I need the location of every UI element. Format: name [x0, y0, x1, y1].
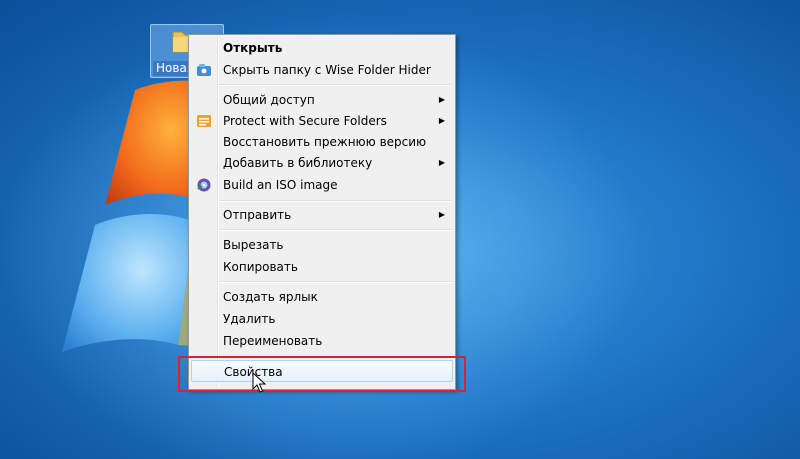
menu-item-label: Скрыть папку с Wise Folder Hider — [223, 63, 431, 77]
menu-item-label: Отправить — [223, 208, 292, 222]
submenu-arrow-icon: ▶ — [438, 158, 445, 167]
menu-item-add-to-library[interactable]: Добавить в библиотеку ▶ — [191, 152, 453, 174]
menu-item-copy[interactable]: Копировать — [191, 256, 453, 278]
secure-folders-icon — [197, 115, 211, 127]
menu-item-sharing[interactable]: Общий доступ ▶ — [191, 89, 453, 111]
menu-separator — [219, 229, 452, 231]
menu-separator — [219, 281, 452, 283]
menu-item-label: Добавить в библиотеку — [223, 156, 373, 170]
menu-item-create-shortcut[interactable]: Создать ярлык — [191, 286, 453, 308]
menu-item-delete[interactable]: Удалить — [191, 308, 453, 330]
submenu-arrow-icon: ▶ — [438, 116, 445, 125]
desktop: Новая Открыть Скрыть папку с Wise Folder… — [0, 0, 800, 459]
menu-item-secure-folders[interactable]: Protect with Secure Folders ▶ — [191, 110, 453, 132]
mouse-cursor-icon — [252, 372, 266, 393]
menu-item-label: Восстановить прежнюю версию — [223, 135, 427, 149]
menu-item-cut[interactable]: Вырезать — [191, 234, 453, 256]
menu-item-label: Вырезать — [223, 238, 284, 252]
menu-item-label: Открыть — [223, 41, 283, 55]
iso-builder-icon — [197, 178, 211, 192]
menu-item-label: Переименовать — [223, 334, 323, 348]
wise-folder-hider-icon — [197, 64, 211, 76]
submenu-arrow-icon: ▶ — [438, 95, 445, 104]
highlight-frame — [178, 356, 466, 392]
menu-item-label: Build an ISO image — [223, 178, 338, 192]
menu-item-restore-previous[interactable]: Восстановить прежнюю версию — [191, 131, 453, 153]
menu-item-label: Общий доступ — [223, 93, 315, 107]
menu-item-label: Создать ярлык — [223, 290, 318, 304]
submenu-arrow-icon: ▶ — [438, 210, 445, 219]
menu-item-build-iso[interactable]: Build an ISO image — [191, 174, 453, 196]
menu-item-label: Копировать — [223, 260, 298, 274]
menu-item-wise-folder-hider[interactable]: Скрыть папку с Wise Folder Hider — [191, 59, 453, 81]
context-menu: Открыть Скрыть папку с Wise Folder Hider… — [188, 34, 456, 390]
menu-item-label: Protect with Secure Folders — [223, 114, 387, 128]
menu-item-label: Удалить — [223, 312, 276, 326]
menu-item-rename[interactable]: Переименовать — [191, 330, 453, 352]
menu-item-open[interactable]: Открыть — [191, 37, 453, 59]
menu-item-send-to[interactable]: Отправить ▶ — [191, 204, 453, 226]
menu-separator — [219, 84, 452, 86]
menu-separator — [219, 200, 452, 202]
